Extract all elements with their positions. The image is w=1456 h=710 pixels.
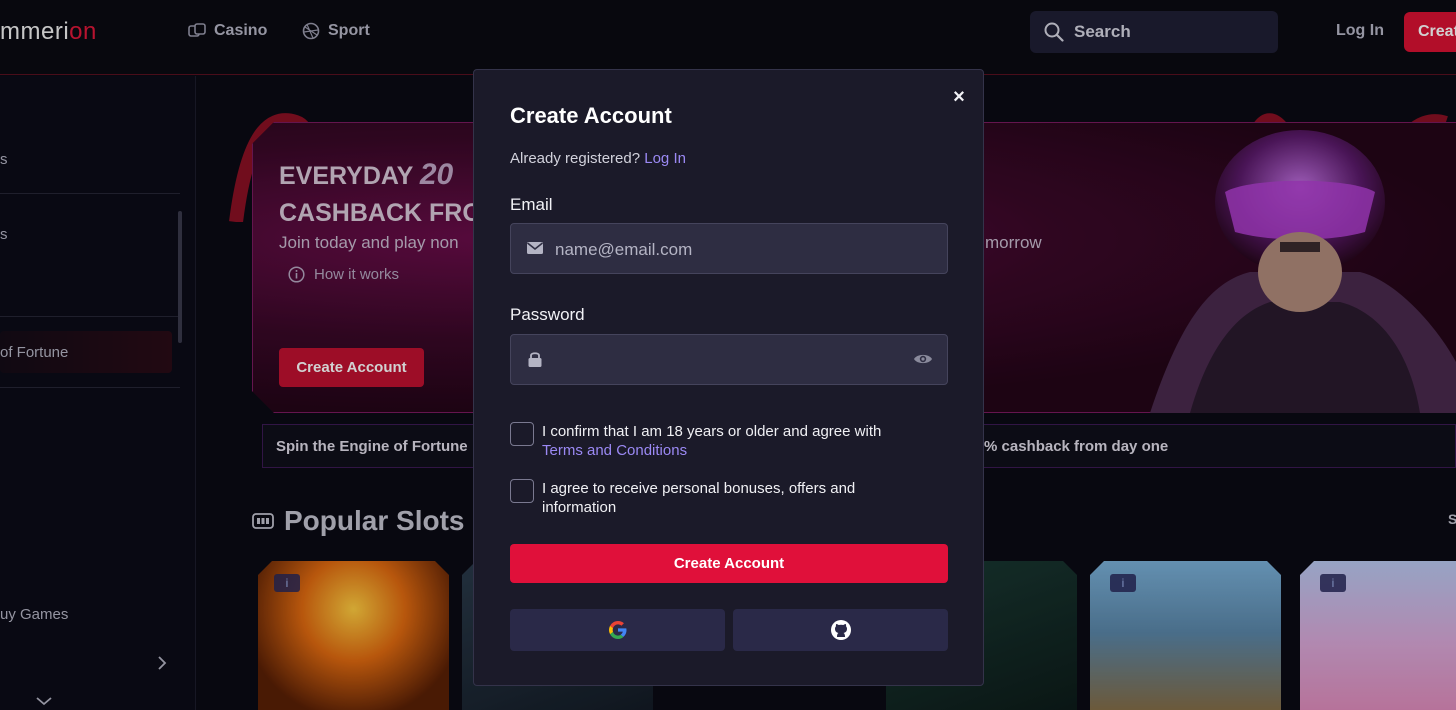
- sidebar: s s of Fortune uy Games: [0, 76, 196, 710]
- modal-title: Create Account: [510, 103, 672, 128]
- slot-card-info-button[interactable]: i: [274, 574, 300, 592]
- banner-create-account-button[interactable]: Create Account: [279, 348, 424, 387]
- info-icon: [288, 266, 305, 283]
- banner-title-number: 20: [419, 158, 454, 191]
- nav-casino[interactable]: Casino: [188, 22, 267, 40]
- how-it-works-link[interactable]: How it works: [288, 266, 399, 283]
- search-button[interactable]: Search: [1030, 11, 1278, 53]
- bonus-optin-label: I agree to receive personal bonuses, off…: [542, 480, 856, 516]
- nav-sport-label: Sport: [328, 22, 370, 39]
- chevron-down-icon[interactable]: [36, 696, 52, 706]
- ticker-text-right: % cashback from day one: [984, 438, 1169, 455]
- banner-title: EVERYDAY 20 CASHBACK FRO: [279, 156, 482, 232]
- password-label: Password: [510, 305, 585, 324]
- banner-subtitle-tail: morrow: [985, 233, 1042, 252]
- search-icon: [1044, 22, 1064, 42]
- see-all-link[interactable]: S: [1448, 511, 1456, 527]
- envelope-icon: [527, 242, 543, 254]
- popular-slots-title: Popular Slots: [284, 505, 465, 536]
- github-signin-button[interactable]: [733, 609, 948, 651]
- email-placeholder: name@email.com: [555, 240, 693, 259]
- brand-logo[interactable]: mmerion: [0, 18, 97, 46]
- search-label: Search: [1074, 22, 1131, 41]
- age-confirm-label: I confirm that I am 18 years or older an…: [542, 423, 882, 440]
- email-field[interactable]: name@email.com: [510, 223, 948, 274]
- age-confirm-text: I confirm that I am 18 years or older an…: [542, 422, 902, 460]
- terms-link[interactable]: Terms and Conditions: [542, 442, 687, 459]
- close-icon[interactable]: ×: [950, 87, 968, 107]
- already-registered-label: Already registered?: [510, 150, 641, 167]
- sidebar-divider: [0, 193, 180, 194]
- eye-icon[interactable]: [913, 352, 933, 366]
- email-label: Email: [510, 195, 553, 214]
- brand-text-accent: on: [69, 18, 97, 45]
- bonus-optin-checkbox[interactable]: [510, 479, 534, 503]
- google-icon: [608, 621, 626, 639]
- create-account-submit-button[interactable]: Create Account: [510, 544, 948, 583]
- login-button[interactable]: Log In: [1336, 22, 1384, 40]
- cyber-helmet-character-image: [1150, 130, 1456, 413]
- create-account-top-button[interactable]: Creat: [1404, 12, 1456, 52]
- banner-title-line1: EVERYDAY: [279, 162, 413, 190]
- sidebar-item-2[interactable]: s: [0, 226, 8, 243]
- how-it-works-label: How it works: [314, 266, 400, 283]
- sidebar-item-engine-of-fortune[interactable]: of Fortune: [0, 344, 68, 361]
- banner-subtitle: Join today and play non: [279, 233, 459, 252]
- lock-icon: [528, 352, 542, 367]
- github-icon: [830, 620, 851, 640]
- popular-slots-heading: Popular Slots: [252, 505, 464, 537]
- chevron-right-icon[interactable]: [156, 656, 168, 670]
- top-navbar: mmerion Casino Sport Search Log In Creat: [0, 0, 1456, 75]
- banner-title-line2: CASHBACK FRO: [279, 199, 482, 227]
- ticker-text-left: Spin the Engine of Fortune: [276, 438, 468, 455]
- google-signin-button[interactable]: [510, 609, 725, 651]
- slot-card-info-button[interactable]: i: [1320, 574, 1346, 592]
- sidebar-divider: [0, 387, 180, 388]
- sidebar-item-1[interactable]: s: [0, 151, 8, 168]
- already-registered-text: Already registered? Log In: [510, 150, 686, 167]
- sidebar-scrollbar[interactable]: [178, 211, 182, 343]
- sidebar-divider: [0, 316, 180, 317]
- brand-text: mmeri: [0, 18, 70, 45]
- slot-machine-icon: [252, 513, 274, 529]
- nav-sport[interactable]: Sport: [302, 22, 370, 40]
- sport-icon: [302, 22, 320, 40]
- modal-login-link[interactable]: Log In: [644, 150, 686, 167]
- slot-card-info-button[interactable]: i: [1110, 574, 1136, 592]
- age-confirm-checkbox[interactable]: [510, 422, 534, 446]
- casino-icon: [188, 23, 206, 37]
- nav-casino-label: Casino: [214, 22, 268, 39]
- sidebar-item-buy-games[interactable]: uy Games: [0, 606, 68, 623]
- password-field[interactable]: [510, 334, 948, 385]
